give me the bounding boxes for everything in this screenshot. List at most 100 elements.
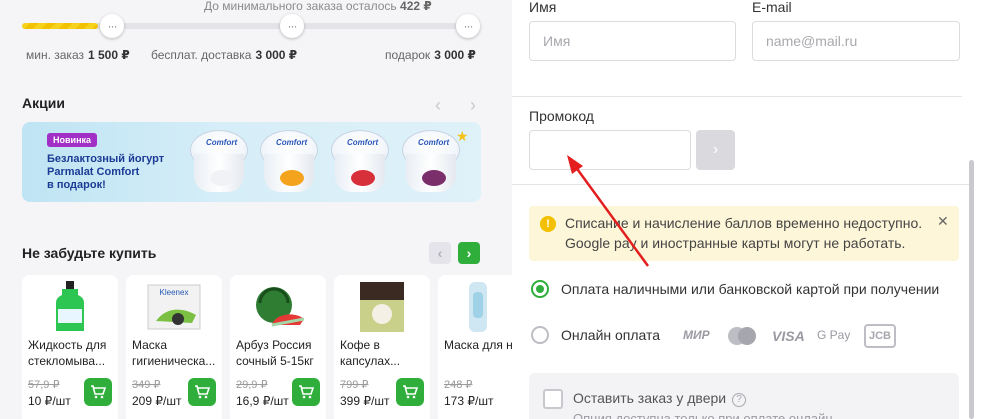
door-label-text: Оставить заказ у двери xyxy=(573,390,727,406)
milestone-label: мин. заказ xyxy=(26,48,84,62)
product-price: 209 ₽/шт xyxy=(132,394,182,408)
mir-logo-icon: МИР xyxy=(683,328,710,342)
promos-next-button[interactable]: › xyxy=(461,93,485,117)
milestone-knob-gift: ··· xyxy=(456,14,480,38)
remaining-amount: 422 ₽ xyxy=(400,0,432,13)
promo-banner[interactable]: Новинка Безлактозный йогурт Parmalat Com… xyxy=(22,122,481,202)
product-card[interactable]: Арбуз Россия сочный 5-15кг 29,9 ₽ 16,9 ₽… xyxy=(230,275,326,419)
order-progress-bar xyxy=(22,23,468,29)
product-price: 16,9 ₽/шт xyxy=(236,394,289,408)
remaining-to-minimum: До минимального заказа осталось 422 ₽ xyxy=(204,0,432,13)
leave-at-door-checkbox[interactable] xyxy=(543,389,563,409)
dont-forget-prev-button[interactable]: ‹ xyxy=(429,242,451,264)
order-progress-fill xyxy=(22,23,98,29)
add-to-cart-button[interactable] xyxy=(84,378,112,406)
cart-summary-panel: До минимального заказа осталось 422 ₽ ··… xyxy=(0,0,512,419)
notice-text: Списание и начисление баллов временно не… xyxy=(565,215,923,251)
leave-at-door-label: Оставить заказ у двери ? xyxy=(573,390,746,407)
cart-icon xyxy=(195,385,210,399)
dont-forget-next-button[interactable]: › xyxy=(458,242,480,264)
product-old-price: 29,9 ₽ xyxy=(236,379,268,391)
promos-title: Акции xyxy=(22,95,65,111)
product-name: Кофе в капсулах... xyxy=(340,338,401,368)
warning-icon: ! xyxy=(540,216,556,232)
cart-icon xyxy=(403,385,418,399)
add-to-cart-button[interactable] xyxy=(396,378,424,406)
gpay-logo-icon: G Pay xyxy=(817,328,851,342)
banner-line-3: в подарок! xyxy=(47,179,106,191)
product-image-washer-fluid xyxy=(36,279,104,335)
yogurt-brand: Comfort xyxy=(276,138,308,147)
product-name: Арбуз Россия сочный 5-15кг xyxy=(236,338,314,368)
product-card[interactable]: Жидкость для стекломыва... 57,9 ₽ 10 ₽/ш… xyxy=(22,275,118,419)
product-name: Жидкость для стекломыва... xyxy=(28,338,107,368)
divider xyxy=(512,184,969,185)
product-price: 173 ₽/шт xyxy=(444,394,494,408)
milestone-value: 1 500 ₽ xyxy=(87,48,130,62)
leave-at-door-option: Оставить заказ у двери ? Опция доступна … xyxy=(529,373,959,419)
banner-text: Безлактозный йогурт Parmalat Comfort в п… xyxy=(47,153,197,192)
payment-online-radio[interactable] xyxy=(531,326,549,344)
product-image-mask: Kleenex xyxy=(140,279,208,335)
payment-online-label[interactable]: Онлайн оплата xyxy=(561,327,660,343)
banner-line-2: Parmalat Comfort xyxy=(47,166,140,178)
milestone-gift: подарок 3 000 ₽ xyxy=(385,48,476,62)
product-name: Маска гигиеническа... xyxy=(132,338,216,368)
product-card[interactable]: Кофе в капсулах... 799 ₽ 399 ₽/шт xyxy=(334,275,430,419)
yogurt-cup-image: Comfort xyxy=(329,128,391,196)
yogurt-cup-image: Comfort xyxy=(400,128,462,196)
product-old-price: 57,9 ₽ xyxy=(28,379,60,391)
product-price: 10 ₽/шт xyxy=(28,394,71,408)
add-to-cart-button[interactable] xyxy=(292,378,320,406)
email-label: E-mail xyxy=(752,0,792,15)
name-input[interactable] xyxy=(529,21,736,61)
new-badge: Новинка xyxy=(47,133,98,147)
milestone-value: 3 000 ₽ xyxy=(255,48,298,62)
yogurt-brand: Comfort xyxy=(418,138,450,147)
name-label: Имя xyxy=(529,0,557,15)
star-icon: ★ xyxy=(456,128,469,144)
product-name: Маска для но xyxy=(444,338,512,352)
payment-cash-radio[interactable] xyxy=(531,280,549,298)
visa-logo-icon: VISA xyxy=(772,328,805,344)
help-icon[interactable]: ? xyxy=(731,393,746,407)
email-input[interactable] xyxy=(752,21,960,61)
milestone-knob-minimum: ··· xyxy=(100,14,124,38)
chevron-right-icon: › xyxy=(712,141,719,158)
yogurt-cup-image: Comfort xyxy=(188,128,250,196)
mastercard-logo-icon xyxy=(726,326,758,351)
product-image-coffee-capsules xyxy=(348,279,416,335)
milestone-knob-delivery: ··· xyxy=(280,14,304,38)
promo-code-input[interactable] xyxy=(529,130,691,170)
leave-at-door-note: Опция доступна только при оплате онлайн xyxy=(573,411,833,419)
product-image-foot-mask xyxy=(458,279,498,335)
scrollbar[interactable] xyxy=(969,160,974,419)
yogurt-brand: Comfort xyxy=(206,138,238,147)
yogurt-brand: Comfort xyxy=(347,138,379,147)
milestone-value: 3 000 ₽ xyxy=(434,48,476,62)
product-price: 399 ₽/шт xyxy=(340,394,390,408)
milestone-minimum: мин. заказ 1 500 ₽ xyxy=(26,48,130,62)
checkout-form-panel: Имя E-mail Промокод › ! Списание и начис… xyxy=(512,0,984,419)
product-card[interactable]: Kleenex Маска гигиеническа... 349 ₽ 209 … xyxy=(126,275,222,419)
remaining-text: До минимального заказа осталось xyxy=(204,0,397,13)
yogurt-cup-image: Comfort xyxy=(258,128,320,196)
product-old-price: 799 ₽ xyxy=(340,379,369,391)
close-icon[interactable]: ✕ xyxy=(937,213,949,230)
milestone-label: бесплат. доставка xyxy=(151,48,252,62)
promo-apply-button[interactable]: › xyxy=(696,130,735,170)
banner-line-1: Безлактозный йогурт xyxy=(47,153,165,165)
jcb-logo-icon: JCB xyxy=(864,324,896,348)
product-image-watermelon xyxy=(244,279,312,335)
product-card[interactable]: Маска для но 248 ₽ 173 ₽/шт xyxy=(438,275,512,419)
add-to-cart-button[interactable] xyxy=(188,378,216,406)
milestone-label: подарок xyxy=(385,48,431,62)
cart-icon xyxy=(299,385,314,399)
product-old-price: 248 ₽ xyxy=(444,379,473,391)
payment-cash-label[interactable]: Оплата наличными или банковской картой п… xyxy=(561,281,939,297)
cart-icon xyxy=(91,385,106,399)
promo-code-label: Промокод xyxy=(529,108,594,124)
milestone-free-delivery: бесплат. доставка 3 000 ₽ xyxy=(151,48,297,62)
product-old-price: 349 ₽ xyxy=(132,379,161,391)
promos-prev-button[interactable]: ‹ xyxy=(426,93,450,117)
